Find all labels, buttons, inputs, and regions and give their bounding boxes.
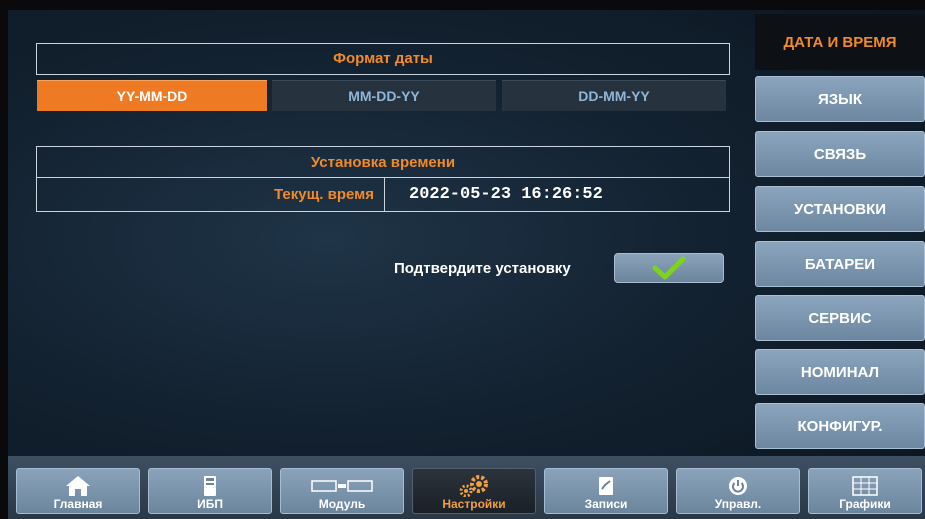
sidebar-item-language[interactable]: ЯЗЫК: [755, 76, 925, 122]
sidebar-item-batteries[interactable]: БАТАРЕИ: [755, 241, 925, 287]
confirm-button[interactable]: [614, 253, 724, 283]
nav-control-label: Управл.: [714, 497, 762, 511]
sidebar-item-settings[interactable]: УСТАНОВКИ: [755, 186, 925, 232]
power-icon: [729, 477, 747, 495]
sidebar-item-rating[interactable]: НОМИНАЛ: [755, 349, 925, 395]
nav-module-label: Модуль: [318, 497, 366, 511]
module-icon: [311, 480, 373, 492]
format-yy-mm-dd-button[interactable]: YY-MM-DD: [37, 80, 267, 111]
time-setting-title: Установка времени: [37, 147, 729, 178]
date-format-panel: Формат даты: [36, 43, 730, 75]
nav-ups-button[interactable]: ИБП: [148, 468, 272, 514]
nav-charts-button[interactable]: Графики: [808, 468, 922, 514]
nav-module-button[interactable]: Модуль: [280, 468, 404, 514]
sidebar-item-service[interactable]: СЕРВИС: [755, 295, 925, 341]
nav-settings-label: Настройки: [442, 497, 506, 511]
records-icon: [599, 477, 613, 495]
grid-icon: [852, 476, 878, 496]
sidebar-item-communication[interactable]: СВЯЗЬ: [755, 131, 925, 177]
confirm-setting-label: Подтвердите установку: [394, 260, 571, 277]
nav-charts-label: Графики: [839, 497, 891, 511]
current-time-label: Текущ. время: [37, 178, 385, 211]
ups-icon: [204, 476, 216, 496]
nav-records-button[interactable]: Записи: [544, 468, 668, 514]
current-time-value[interactable]: 2022-05-23 16:26:52: [409, 178, 603, 211]
time-setting-panel: Установка времени Текущ. время 2022-05-2…: [36, 146, 730, 212]
nav-control-button[interactable]: Управл.: [676, 468, 800, 514]
date-format-title: Формат даты: [333, 50, 433, 67]
settings-screen: Формат даты YY-MM-DD MM-DD-YY DD-MM-YY У…: [8, 10, 925, 519]
sidebar-item-config[interactable]: КОНФИГУР.: [755, 403, 925, 449]
nav-ups-label: ИБП: [197, 497, 223, 511]
nav-home-label: Главная: [53, 497, 103, 511]
nav-records-label: Записи: [584, 497, 628, 511]
format-dd-mm-yy-button[interactable]: DD-MM-YY: [502, 80, 726, 111]
nav-settings-button[interactable]: Настройки: [412, 468, 536, 514]
nav-home-button[interactable]: Главная: [16, 468, 140, 514]
checkmark-icon: [652, 256, 686, 280]
format-mm-dd-yy-button[interactable]: MM-DD-YY: [272, 80, 496, 111]
home-icon: [66, 476, 90, 496]
bottom-nav-bar: Главная ИБП Модуль Настройки Записи Упра…: [8, 456, 925, 519]
sidebar-item-date-time[interactable]: ДАТА И ВРЕМЯ: [755, 14, 925, 70]
gears-icon: [459, 475, 488, 497]
